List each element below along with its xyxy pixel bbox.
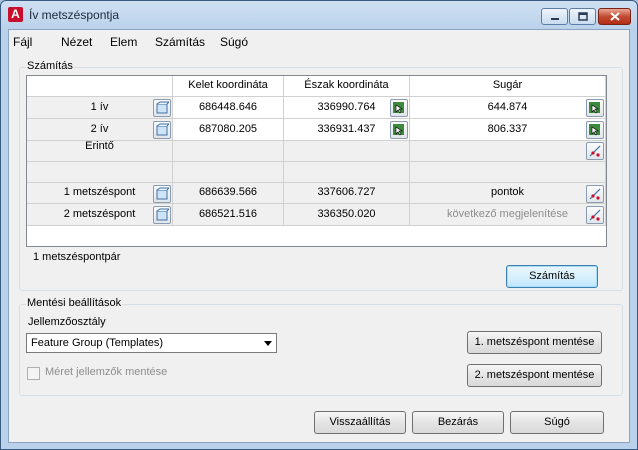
calculation-group-label: Számítás: [26, 60, 74, 72]
menu-help[interactable]: Súgó: [220, 35, 248, 49]
maximize-icon: [570, 9, 595, 24]
help-button[interactable]: Súgó: [510, 411, 604, 434]
pick-radius-arc2-button[interactable]: [586, 121, 604, 139]
row-header-intersection1: 1 metszéspont: [27, 183, 173, 204]
title-bar: A Ív metszéspontja: [1, 1, 637, 29]
pick-object-icon: [156, 208, 169, 221]
locate-point-icon: [589, 209, 601, 221]
tangent-eszak: [284, 141, 410, 162]
pick-object-icon: [156, 123, 169, 136]
pick-object-icon: [156, 101, 169, 114]
tangent-pick-button[interactable]: [586, 142, 604, 160]
pick-arc2-button[interactable]: [153, 121, 171, 139]
menu-file[interactable]: Fájl: [13, 35, 32, 49]
intersection2-eszak: 336350.020: [284, 204, 410, 226]
arc1-kelet[interactable]: 686448.646: [173, 97, 284, 119]
row-header-intersection2: 2 metszéspont: [27, 204, 173, 226]
close-window-button[interactable]: [598, 8, 631, 25]
col-header-kelet: Kelet koordináta: [173, 76, 284, 97]
pick-arc1-button[interactable]: [153, 99, 171, 117]
feature-class-select[interactable]: Feature Group (Templates): [26, 333, 277, 353]
coordinate-grid: Kelet koordináta Észak koordináta Sugár …: [26, 75, 607, 247]
arc2-sugar[interactable]: 806.337: [410, 119, 606, 141]
row-header-tangent: Érintő: [27, 141, 173, 162]
calculate-button[interactable]: Számítás: [506, 265, 598, 288]
intersection2-locate-button[interactable]: [586, 206, 604, 224]
pick-radius-arc1-button[interactable]: [586, 99, 604, 117]
spacer-cell: [284, 162, 410, 183]
grid-corner: [27, 76, 173, 97]
intersection1-kelet: 686639.566: [173, 183, 284, 204]
tangent-kelet: [173, 141, 284, 162]
pick-point-icon: [589, 124, 600, 136]
menu-calculation[interactable]: Számítás: [155, 35, 205, 49]
spacer-cell: [173, 162, 284, 183]
feature-class-label: Jellemzőosztály: [28, 316, 106, 328]
intersection-pair-count: 1 metszéspontpár: [33, 251, 121, 263]
minimize-icon: [542, 9, 567, 24]
menu-bar: Fájl Nézet Elem Számítás Súgó: [9, 30, 629, 52]
pick-point-icon: [589, 102, 600, 114]
autocad-logo-icon: A: [8, 7, 23, 22]
locate-point-icon: [589, 145, 601, 157]
row-header-arc1: 1 ív: [27, 97, 173, 119]
close-icon: [599, 9, 630, 24]
pick-point-icon: [393, 102, 404, 114]
pick-point-arc2-button[interactable]: [390, 121, 408, 139]
save-intersection2-button[interactable]: 2. metszéspont mentése: [467, 364, 602, 387]
feature-class-value: Feature Group (Templates): [31, 337, 164, 349]
maximize-button[interactable]: [569, 8, 596, 25]
intersection1-locate-button[interactable]: [586, 185, 604, 203]
locate-point-icon: [589, 188, 601, 200]
save-settings-group-label: Mentési beállítások: [26, 297, 123, 309]
pick-point-arc1-button[interactable]: [390, 99, 408, 117]
close-button[interactable]: Bezárás: [412, 411, 504, 434]
show-next-link[interactable]: következő megjelenítése: [410, 204, 606, 226]
pick-point-icon: [393, 124, 404, 136]
window-title: Ív metszéspontja: [29, 8, 120, 22]
reset-button[interactable]: Visszaállítás: [314, 411, 406, 434]
chevron-down-icon: [264, 341, 272, 346]
pick-object-icon: [156, 187, 169, 200]
spacer-cell: [410, 162, 606, 183]
save-size-attributes-checkbox[interactable]: [27, 367, 40, 380]
col-header-eszak: Észak koordináta: [284, 76, 410, 97]
intersection2-kelet: 686521.516: [173, 204, 284, 226]
arc1-sugar[interactable]: 644.874: [410, 97, 606, 119]
minimize-button[interactable]: [541, 8, 568, 25]
save-size-attributes-label: Méret jellemzők mentése: [45, 366, 168, 378]
intersection1-points-label: pontok: [410, 183, 606, 204]
col-header-sugar: Sugár: [410, 76, 606, 97]
tangent-sugar: [410, 141, 606, 162]
dialog-window: A Ív metszéspontja Fájl Nézet Elem Számí…: [0, 0, 638, 450]
show-intersection1-button[interactable]: [153, 185, 171, 203]
arc2-kelet[interactable]: 687080.205: [173, 119, 284, 141]
show-intersection2-button[interactable]: [153, 206, 171, 224]
menu-view[interactable]: Nézet: [61, 35, 92, 49]
menu-element[interactable]: Elem: [110, 35, 137, 49]
row-header-arc2: 2 ív: [27, 119, 173, 141]
save-intersection1-button[interactable]: 1. metszéspont mentése: [467, 331, 602, 354]
spacer-row: [27, 162, 173, 183]
intersection1-eszak: 337606.727: [284, 183, 410, 204]
